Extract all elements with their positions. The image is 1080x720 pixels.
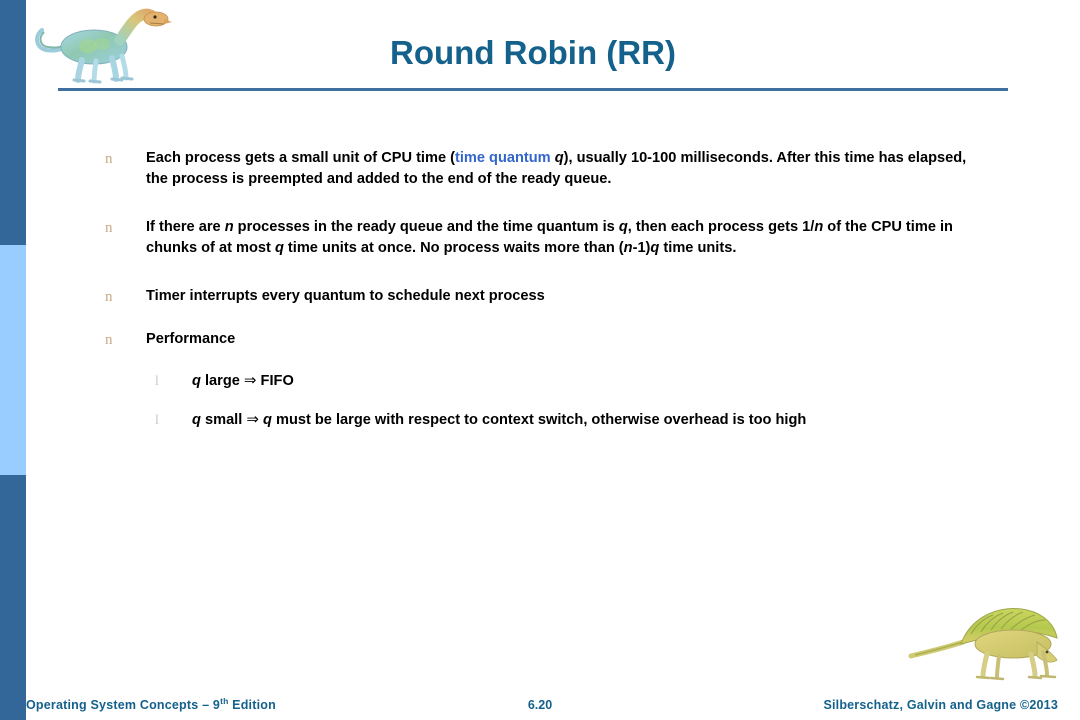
variable-segment: q [554, 150, 564, 166]
text-segment: large [200, 373, 244, 389]
variable-segment: n [814, 219, 824, 235]
sub-bullet-item: l q small ⇒ q must be large with respect… [0, 410, 1080, 431]
variable-segment: n [623, 239, 633, 256]
title-underline-rule [58, 88, 1008, 91]
bullet-marker-icon: n [105, 331, 113, 348]
sub-bullet-text: q large ⇒ FIFO [192, 371, 970, 392]
implies-arrow-icon: ⇒ [246, 410, 259, 428]
text-segment: Timer interrupts every quantum to schedu… [146, 288, 545, 304]
variable-segment: q [650, 239, 660, 256]
text-segment: -1) [632, 239, 651, 256]
slide-footer: Operating System Concepts – 9th Edition … [0, 684, 1080, 720]
bullet-marker-icon: n [105, 289, 113, 305]
text-segment: Each process gets a small unit of CPU ti… [146, 150, 455, 166]
bullet-item: n Each process gets a small unit of CPU … [0, 148, 1080, 189]
bullet-item: n Performance [0, 329, 1080, 350]
text-segment: Performance [146, 330, 236, 347]
footer-copyright: Silberschatz, Galvin and Gagne ©2013 [823, 698, 1058, 712]
variable-segment: n [224, 219, 234, 235]
sub-bullet-text: q small ⇒ q must be large with respect t… [192, 410, 970, 431]
text-segment: processes in the ready queue and the tim… [233, 219, 619, 235]
slide-header: Round Robin (RR) [0, 0, 1080, 100]
slide-body: n Each process gets a small unit of CPU … [0, 148, 1080, 438]
bullet-marker-icon: n [105, 220, 113, 236]
text-segment: must be large with respect to context sw… [271, 411, 807, 428]
bullet-item: n Timer interrupts every quantum to sche… [0, 286, 1080, 307]
text-segment: time units at once. No process waits mor… [283, 239, 624, 256]
text-segment: FIFO [256, 373, 294, 389]
bullet-marker-icon: n [105, 151, 113, 167]
variable-segment: q [263, 411, 272, 428]
text-segment: time units. [659, 239, 737, 256]
bullet-text: Timer interrupts every quantum to schedu… [146, 286, 970, 307]
bullet-text: Performance [146, 329, 970, 350]
bullet-text: If there are n processes in the ready qu… [146, 217, 970, 258]
dimetrodon-icon [908, 608, 1058, 681]
variable-segment: q [192, 411, 201, 428]
variable-segment: q [274, 239, 284, 256]
variable-segment: q [618, 219, 628, 235]
sub-bullet-marker-icon: l [155, 412, 159, 428]
bullet-text: Each process gets a small unit of CPU ti… [146, 148, 970, 189]
text-segment: small [200, 411, 247, 428]
sub-bullet-marker-icon: l [155, 374, 159, 389]
highlight-segment: time quantum [454, 150, 551, 166]
page-title: Round Robin (RR) [390, 34, 676, 71]
text-segment: , then each process gets 1/ [627, 219, 815, 235]
implies-arrow-icon: ⇒ [243, 372, 257, 389]
text-segment: If there are [146, 219, 225, 235]
variable-segment: q [192, 373, 201, 389]
sub-bullet-item: l q large ⇒ FIFO [0, 371, 1080, 392]
bullet-item: n If there are n processes in the ready … [0, 217, 1080, 258]
